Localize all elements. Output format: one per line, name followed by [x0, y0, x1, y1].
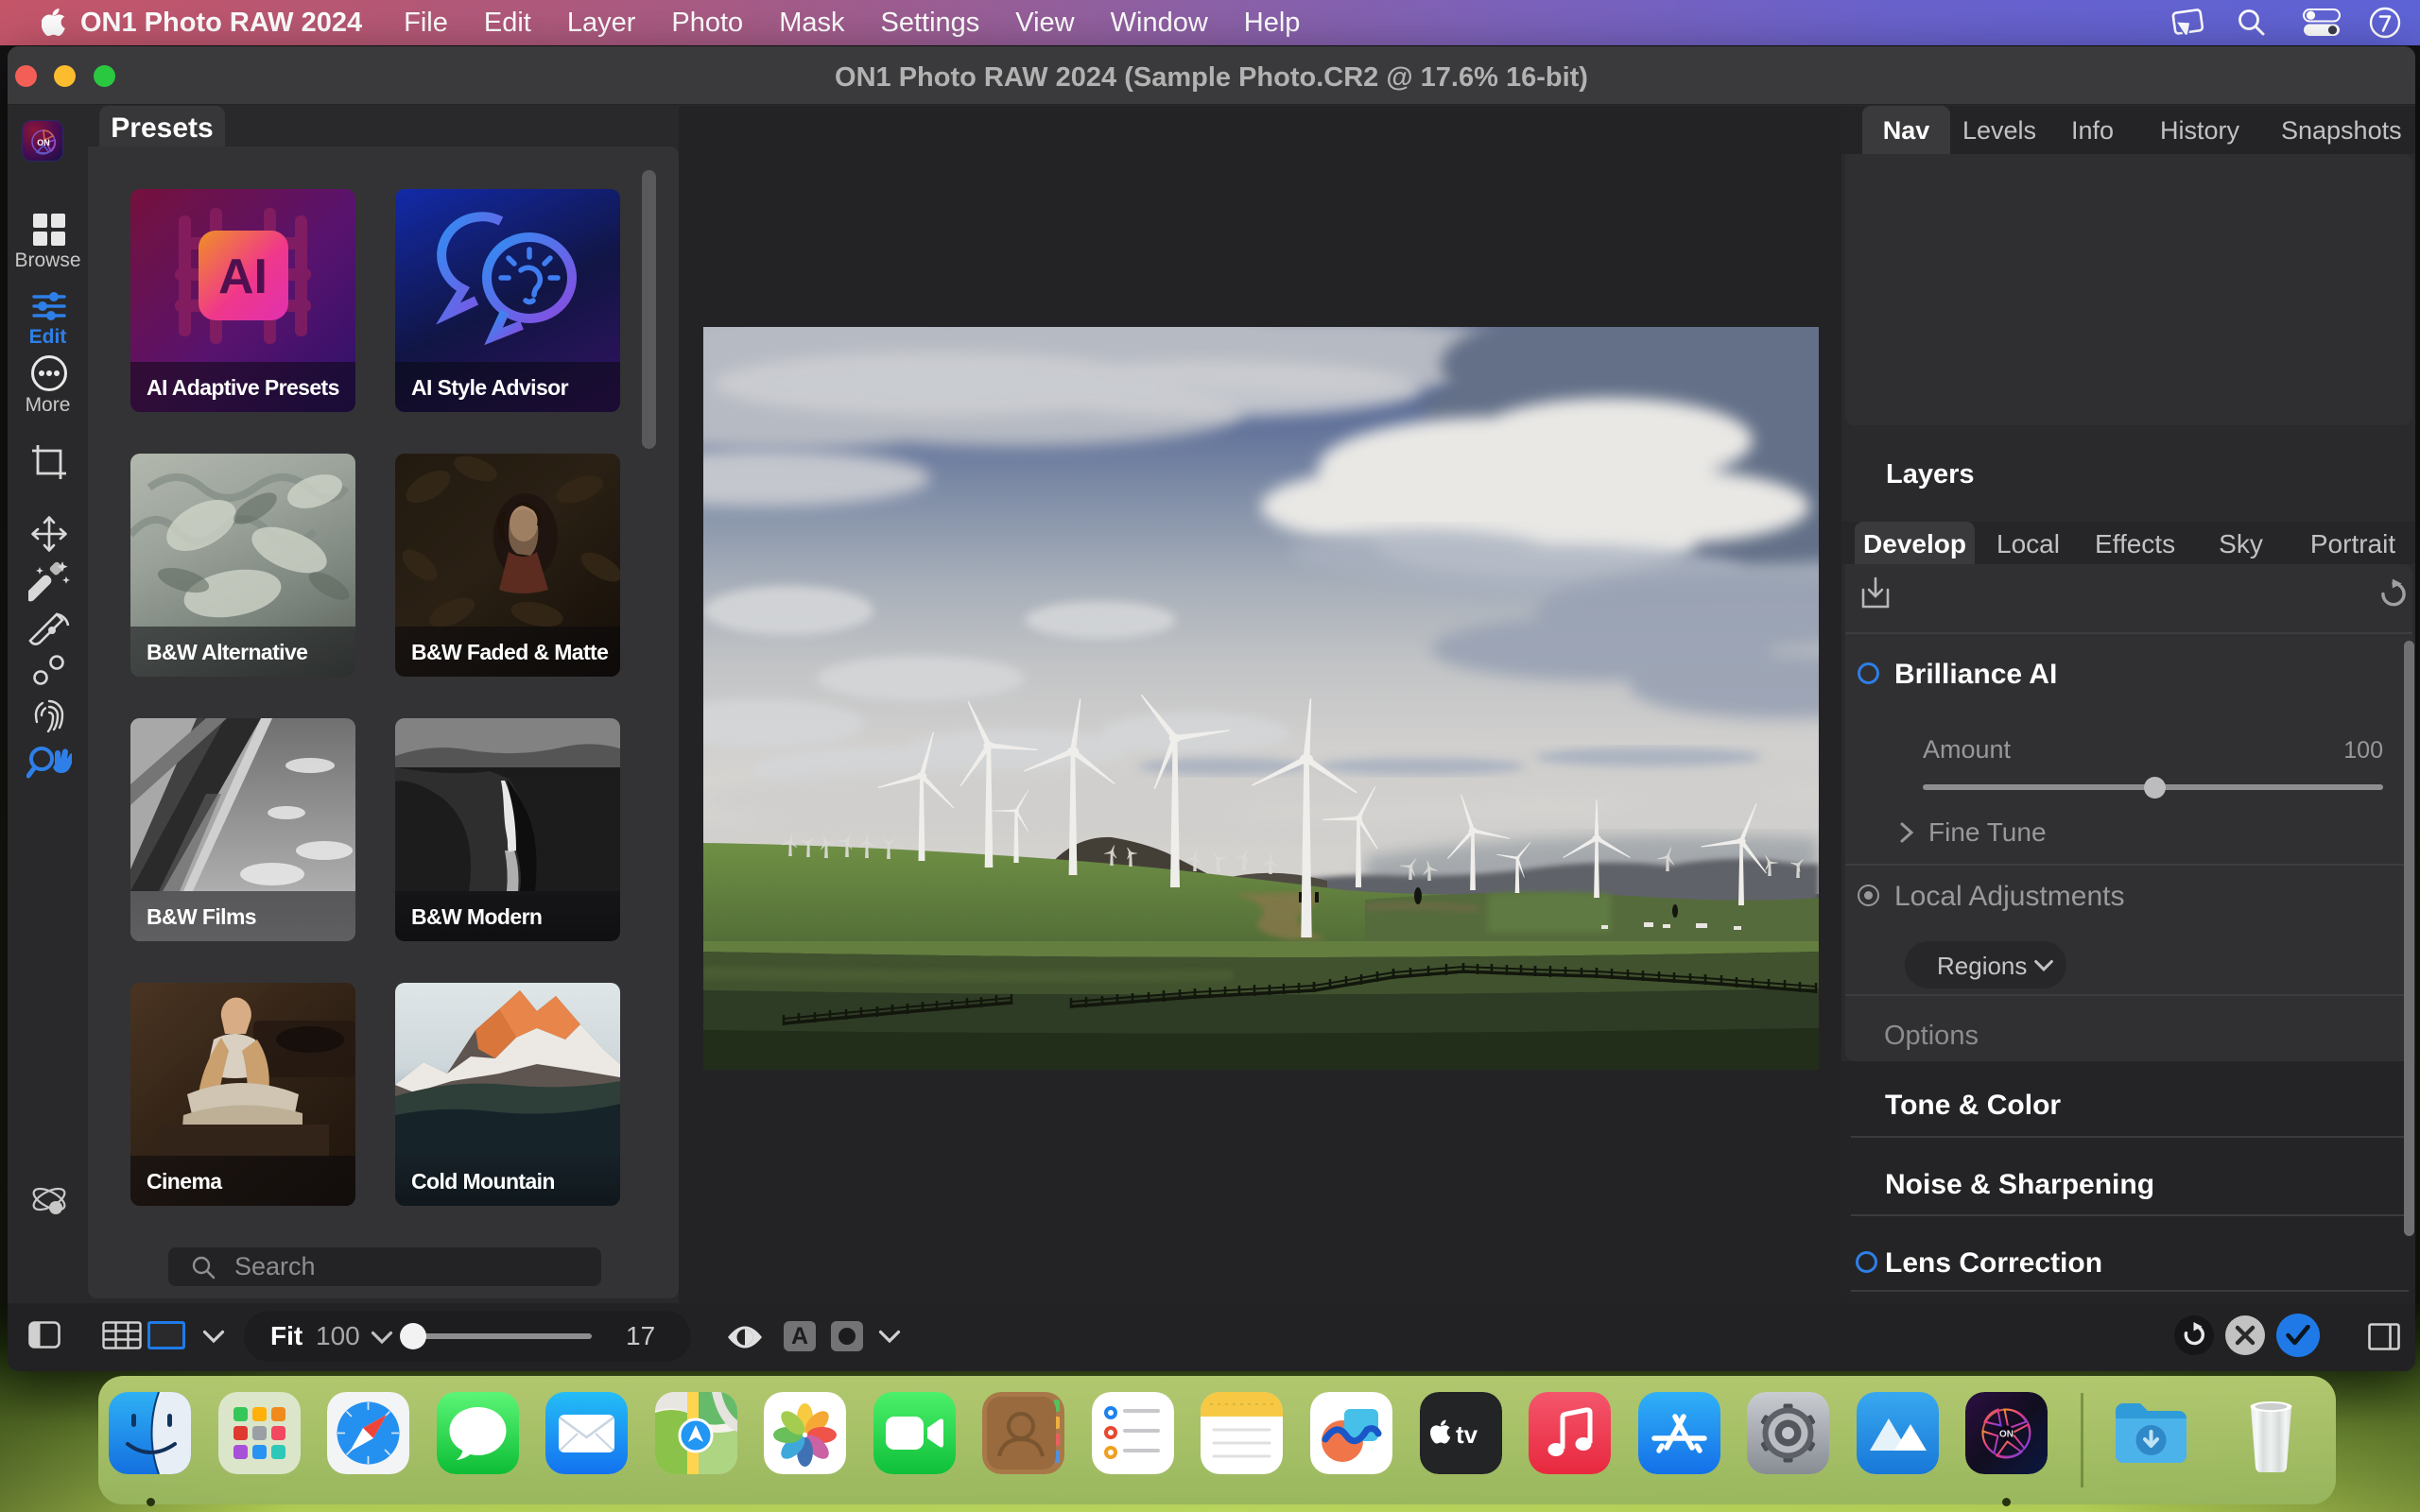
svg-text:tv: tv [1456, 1420, 1478, 1449]
svg-text:ON: ON [37, 138, 50, 147]
svg-text:ON: ON [1999, 1430, 2014, 1440]
svg-text:AI: AI [218, 249, 268, 304]
